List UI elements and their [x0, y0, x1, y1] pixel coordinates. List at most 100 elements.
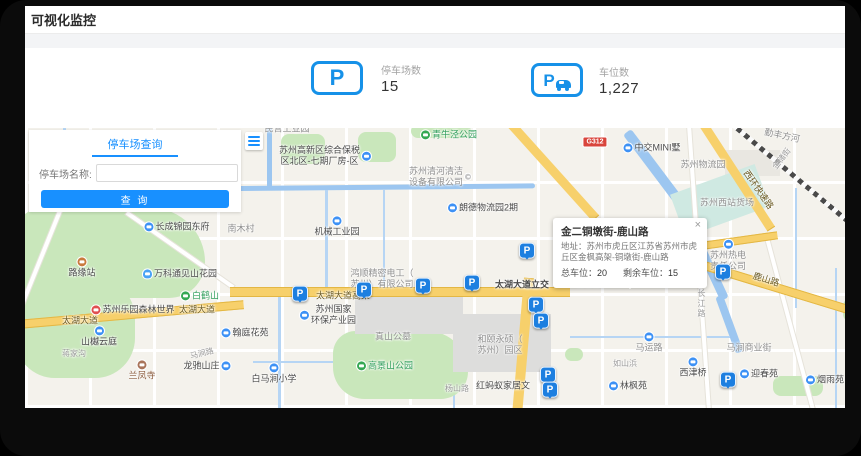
titlebar: 可视化监控 — [25, 6, 845, 34]
map-label: 南木村 — [227, 223, 254, 234]
map-label-text: 龙驰山庄 — [183, 360, 220, 371]
parking-name-input[interactable] — [95, 164, 238, 182]
map-label: 机械工业园 — [314, 216, 360, 237]
station-icon — [77, 257, 87, 267]
canal-shape — [325, 190, 328, 290]
parking-marker[interactable]: P — [356, 281, 372, 298]
map-label: 苏州乐园森林世界 — [91, 304, 175, 315]
map-label-text: 苏州西站货场 — [699, 197, 755, 208]
parking-car-icon-letter: P — [543, 70, 555, 90]
map-label-text: 和颐永硕（ 苏州）园区 — [477, 333, 523, 355]
map-label: 勤丰方河 — [763, 128, 801, 145]
parking-icon-letter: P — [329, 65, 345, 90]
road-badge-g312: G312 — [582, 136, 608, 148]
stat-spaces-label: 车位数 — [599, 68, 629, 79]
search-panel: 停车场查询 停车场名称: 查 询 — [29, 130, 241, 212]
map-label: 翰庭花苑 — [221, 327, 269, 338]
building-icon — [299, 310, 309, 320]
building-icon — [144, 222, 154, 232]
search-button[interactable]: 查 询 — [41, 190, 229, 208]
map-label: 杨山路 — [445, 384, 469, 394]
parking-marker[interactable]: P — [292, 285, 308, 302]
map-label-text: 迎春苑 — [750, 368, 779, 379]
map-label: 马涧商业街 — [726, 342, 771, 353]
map-label: 苏州清河清洁 设备有限公司 — [408, 165, 472, 189]
popup-address: 地址：苏州市虎丘区江苏省苏州市虎丘区金枫高架-铜墩街-鹿山路 — [561, 241, 698, 263]
stat-parking-lots-label: 停车场数 — [381, 66, 421, 77]
map-label-text: 苏州清河清洁 设备有限公司 — [408, 165, 464, 187]
canal-shape — [278, 288, 281, 408]
tab-parking-search[interactable]: 停车场查询 — [92, 136, 178, 157]
map-label-text: 太湖大道 — [61, 315, 99, 326]
map-label-text: 马涧商业街 — [726, 342, 772, 353]
parking-marker[interactable]: P — [542, 381, 558, 398]
map-label-text: 青牛泾公园 — [431, 129, 478, 140]
map-label: 万科通见山花园 — [142, 268, 218, 279]
temple-icon — [137, 360, 147, 370]
map-label: 蒋家沟 — [62, 349, 86, 359]
close-icon[interactable]: × — [695, 220, 701, 231]
map-label: 青牛泾公园 — [420, 129, 478, 140]
school-icon — [269, 363, 279, 373]
parking-marker[interactable]: P — [464, 274, 480, 291]
stat-spaces-value: 1,227 — [599, 80, 640, 97]
map-label-text: 太湖大道 — [178, 304, 216, 315]
map-label-text: 苏州乐园森林世界 — [102, 304, 175, 315]
map-label-text: 万科通见山花园 — [153, 268, 218, 279]
parking-marker[interactable]: P — [415, 277, 431, 294]
map-label-text: 蒋家沟 — [62, 349, 86, 358]
map-label-text: 路缘站 — [68, 267, 96, 278]
map-label: 红蚂蚁家居文 — [476, 380, 530, 391]
stat-parking-lots-value: 15 — [381, 78, 399, 95]
parking-marker[interactable]: P — [715, 263, 731, 280]
map-label: 中交MINI墅 — [623, 142, 681, 153]
map-label: 兰凤寺 — [128, 360, 156, 381]
header-divider — [25, 34, 845, 48]
park-shape — [565, 348, 583, 361]
map-label-text: 太湖大道立交 — [494, 279, 550, 290]
parking-marker[interactable]: P — [720, 371, 736, 388]
popup-remaining: 剩余车位：15 — [623, 268, 679, 279]
map-label-text: 勤丰方河 — [763, 128, 801, 145]
parking-marker[interactable]: P — [533, 312, 549, 329]
map-label-text: 南木村 — [227, 223, 255, 234]
map-label: 烟雨苑 — [805, 374, 844, 385]
map-label: 太湖大道 — [62, 315, 98, 326]
map-label-text: 机械工业园 — [314, 226, 360, 237]
map-label: 龙驰山庄 — [183, 360, 231, 371]
map-label-text: 西津桥 — [679, 367, 707, 378]
map-label: 白马涧小学 — [251, 363, 297, 384]
map-label-text: 朗德物流园2期 — [458, 202, 519, 213]
map-label: 西津桥 — [679, 357, 707, 378]
screenshot-frame: 可视化监控 P 停车场数 15 P 车位数 1,227 停车场查询 停车场名称:… — [0, 0, 861, 456]
building-icon — [739, 369, 749, 379]
parking-marker[interactable]: P — [528, 296, 544, 313]
parking-icon: P — [311, 61, 363, 95]
map-label-text: 苏州国家 环保产业园 — [310, 303, 357, 325]
map-label-text: 长成锦园东府 — [155, 221, 210, 232]
map-label: 高景山公园 — [356, 360, 413, 371]
parking-marker[interactable]: P — [540, 366, 556, 383]
search-row: 停车场名称: — [39, 164, 238, 182]
popup-stats: 总车位：20 剩余车位：15 — [561, 266, 699, 279]
building-icon — [362, 151, 372, 161]
parking-name-label: 停车场名称: — [39, 169, 92, 181]
park-icon — [356, 361, 366, 371]
map-label: 路缘站 — [68, 257, 96, 278]
building-icon — [723, 239, 733, 249]
building-icon — [221, 328, 231, 338]
map-label-text: 翰庭花苑 — [232, 327, 269, 338]
map-label-text: 林枫苑 — [619, 380, 648, 391]
page-title: 可视化监控 — [31, 13, 97, 28]
map-label: 山樾云庭 — [81, 326, 117, 347]
map-label: 民营工业园 — [264, 128, 309, 135]
block-shape — [355, 296, 463, 334]
building-icon — [608, 381, 618, 391]
popup-total: 总车位：20 — [561, 268, 608, 279]
parking-marker[interactable]: P — [519, 242, 535, 259]
map-label: 朗德物流园2期 — [447, 202, 519, 213]
building-icon — [805, 375, 815, 385]
map-label: 太湖大道立交 — [495, 279, 549, 290]
building-icon — [221, 361, 231, 371]
map-layers-button[interactable] — [245, 132, 263, 150]
